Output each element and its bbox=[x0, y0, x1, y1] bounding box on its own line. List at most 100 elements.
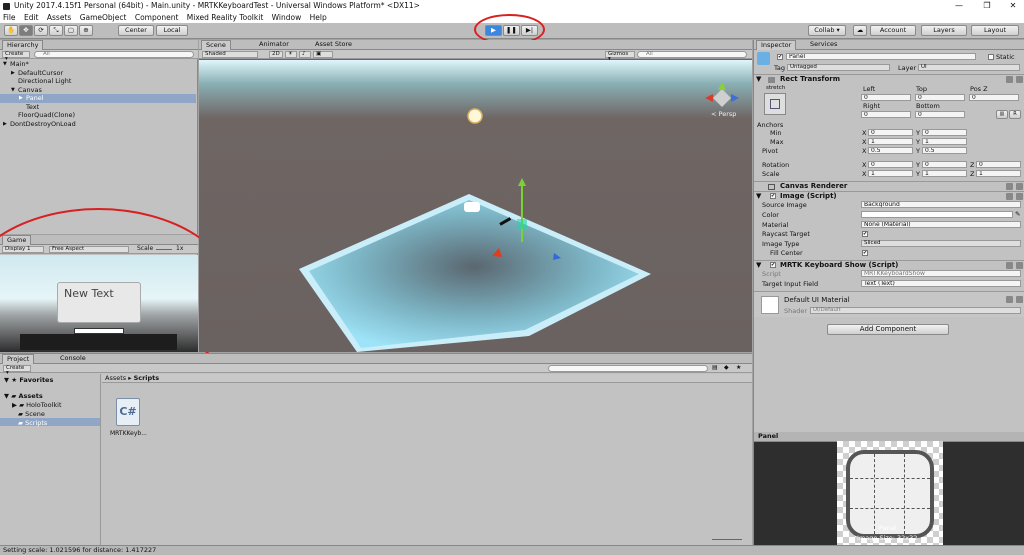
project-create-dropdown[interactable]: Create ▾ bbox=[3, 365, 31, 376]
anchor-min-y[interactable]: 0 bbox=[922, 129, 967, 136]
project-search-input[interactable] bbox=[548, 365, 708, 372]
raw-edit-button[interactable]: R bbox=[1009, 110, 1021, 119]
menu-window[interactable]: Window bbox=[272, 13, 302, 22]
maximize-button[interactable]: ❐ bbox=[978, 0, 996, 12]
pivot-x[interactable]: 0.5 bbox=[868, 147, 913, 154]
help-icon[interactable] bbox=[1006, 296, 1013, 303]
blueprint-button[interactable]: ▥ bbox=[996, 110, 1008, 119]
tree-scripts[interactable]: ▰ Scripts bbox=[18, 419, 47, 427]
hierarchy-item[interactable]: FloorQuad(Clone) bbox=[0, 111, 196, 120]
filter-type-icon[interactable]: ▤ bbox=[712, 364, 718, 372]
hierarchy-search-input[interactable]: All bbox=[34, 51, 194, 58]
rect-tool-icon[interactable]: ▢ bbox=[64, 25, 78, 36]
collab-dropdown[interactable]: Collab ▾ bbox=[808, 25, 846, 36]
material-section[interactable]: Default UI Material Shader UI/Default bbox=[754, 291, 1024, 317]
anchor-max-x[interactable]: 1 bbox=[868, 138, 913, 145]
expand-arrow-icon[interactable]: ▼ bbox=[3, 60, 7, 69]
menu-mrtk[interactable]: Mixed Reality Toolkit bbox=[187, 13, 263, 22]
eyedropper-icon[interactable]: ✎ bbox=[1015, 210, 1020, 218]
scene-search-input[interactable]: All bbox=[637, 51, 747, 58]
favorite-star-icon[interactable]: ★ bbox=[736, 364, 741, 372]
top-field[interactable]: 0 bbox=[915, 94, 965, 101]
tab-scene[interactable]: Scene bbox=[201, 40, 231, 50]
material-field[interactable]: None (Material) bbox=[861, 221, 1021, 228]
expand-arrow-icon[interactable]: ▶ bbox=[19, 94, 23, 103]
favorites-item[interactable]: ▼ ★ Favorites bbox=[4, 376, 53, 384]
scale-y[interactable]: 1 bbox=[922, 170, 967, 177]
tab-animator[interactable]: Animator bbox=[255, 40, 293, 50]
rotation-x[interactable]: 0 bbox=[868, 161, 913, 168]
icon-size-slider[interactable] bbox=[712, 539, 742, 540]
menu-edit[interactable]: Edit bbox=[24, 13, 39, 22]
tab-hierarchy[interactable]: Hierarchy bbox=[2, 40, 44, 50]
help-icon[interactable] bbox=[1006, 183, 1013, 190]
csharp-file-label[interactable]: MRTKKeyb... bbox=[110, 430, 147, 437]
help-icon[interactable] bbox=[1006, 193, 1013, 200]
menu-file[interactable]: File bbox=[3, 13, 16, 22]
menu-help[interactable]: Help bbox=[310, 13, 327, 22]
active-checkbox[interactable]: ✔ bbox=[777, 54, 783, 60]
scale-z[interactable]: 1 bbox=[976, 170, 1021, 177]
color-swatch[interactable] bbox=[861, 211, 1013, 218]
csharp-file-icon[interactable]: C# bbox=[116, 398, 140, 426]
tab-project[interactable]: Project bbox=[2, 354, 35, 364]
account-dropdown[interactable]: Account bbox=[870, 25, 916, 36]
menu-gameobject[interactable]: GameObject bbox=[80, 13, 127, 22]
static-checkbox[interactable] bbox=[988, 54, 994, 60]
assets-root-item[interactable]: ▼ ▰ Assets bbox=[4, 392, 43, 400]
anchor-max-y[interactable]: 1 bbox=[922, 138, 967, 145]
hierarchy-item[interactable]: Text bbox=[0, 103, 196, 112]
expand-arrow-icon[interactable]: ▶ bbox=[11, 69, 15, 78]
lighting-toggle-icon[interactable]: ☀ bbox=[285, 51, 297, 58]
settings-icon[interactable] bbox=[1016, 296, 1023, 303]
scale-x[interactable]: 1 bbox=[868, 170, 913, 177]
source-image-field[interactable]: Background bbox=[861, 201, 1021, 208]
cloud-icon[interactable]: ☁ bbox=[853, 25, 867, 36]
shading-dropdown[interactable]: Shaded bbox=[202, 51, 258, 58]
shader-dropdown[interactable]: UI/Default bbox=[810, 307, 1021, 314]
hierarchy-item[interactable]: ▶ DontDestroyOnLoad bbox=[0, 120, 196, 129]
effects-dropdown-icon[interactable]: ▣ bbox=[313, 51, 333, 58]
transform-tool-icon[interactable]: ⊕ bbox=[79, 25, 93, 36]
pivot-y[interactable]: 0.5 bbox=[922, 147, 967, 154]
name-field[interactable]: Panel bbox=[786, 53, 976, 60]
expand-arrow-icon[interactable]: ▶ bbox=[3, 120, 7, 129]
target-input-field[interactable]: Text (Text) bbox=[861, 280, 1021, 287]
tree-scene[interactable]: ▰ Scene bbox=[18, 410, 45, 418]
mode-2d-button[interactable]: 2D bbox=[269, 51, 283, 58]
mrtk-enabled-checkbox[interactable]: ✔ bbox=[770, 262, 776, 268]
create-dropdown[interactable]: Create ▾ bbox=[2, 51, 30, 62]
persp-label[interactable]: < Persp bbox=[711, 110, 736, 118]
anchor-min-x[interactable]: 0 bbox=[868, 129, 913, 136]
scale-tool-icon[interactable]: ⤡ bbox=[49, 25, 63, 36]
add-component-button[interactable]: Add Component bbox=[827, 324, 949, 335]
settings-icon[interactable] bbox=[1016, 193, 1023, 200]
rotation-z[interactable]: 0 bbox=[976, 161, 1021, 168]
scene-gizmo-cube[interactable] bbox=[713, 89, 731, 107]
settings-icon[interactable] bbox=[1016, 262, 1023, 269]
image-type-dropdown[interactable]: Sliced bbox=[861, 240, 1021, 247]
minimize-button[interactable]: — bbox=[950, 0, 968, 12]
layers-dropdown[interactable]: Layers bbox=[921, 25, 967, 36]
hierarchy-item[interactable]: ▼ Main* bbox=[0, 60, 196, 69]
mrtk-keyboard-header[interactable]: ▼ ✔ MRTK Keyboard Show (Script) bbox=[754, 260, 1024, 270]
pivot-local-button[interactable]: Local bbox=[156, 25, 188, 36]
tree-holotoolkit[interactable]: ▶ ▰ HoloToolkit bbox=[12, 401, 62, 409]
tag-dropdown[interactable]: Untagged bbox=[787, 64, 890, 71]
left-field[interactable]: 0 bbox=[861, 94, 911, 101]
rect-transform-header[interactable]: ▼ Rect Transform bbox=[754, 74, 1024, 84]
tab-inspector[interactable]: Inspector bbox=[756, 40, 797, 50]
help-icon[interactable] bbox=[1006, 262, 1013, 269]
pivot-center-button[interactable]: Center bbox=[118, 25, 154, 36]
layer-dropdown[interactable]: UI bbox=[918, 64, 1020, 71]
posz-field[interactable]: 0 bbox=[969, 94, 1019, 101]
tab-console[interactable]: Console bbox=[56, 354, 90, 364]
filter-label-icon[interactable]: ◆ bbox=[724, 364, 729, 372]
audio-toggle-icon[interactable]: ♪ bbox=[299, 51, 311, 58]
tab-services[interactable]: Services bbox=[806, 40, 841, 50]
layout-dropdown[interactable]: Layout bbox=[971, 25, 1019, 36]
help-icon[interactable] bbox=[1006, 76, 1013, 83]
hierarchy-item[interactable]: ▶ Panel bbox=[0, 94, 196, 103]
close-button[interactable]: ✕ bbox=[1004, 0, 1022, 12]
hierarchy-item[interactable]: Directional Light bbox=[0, 77, 196, 86]
